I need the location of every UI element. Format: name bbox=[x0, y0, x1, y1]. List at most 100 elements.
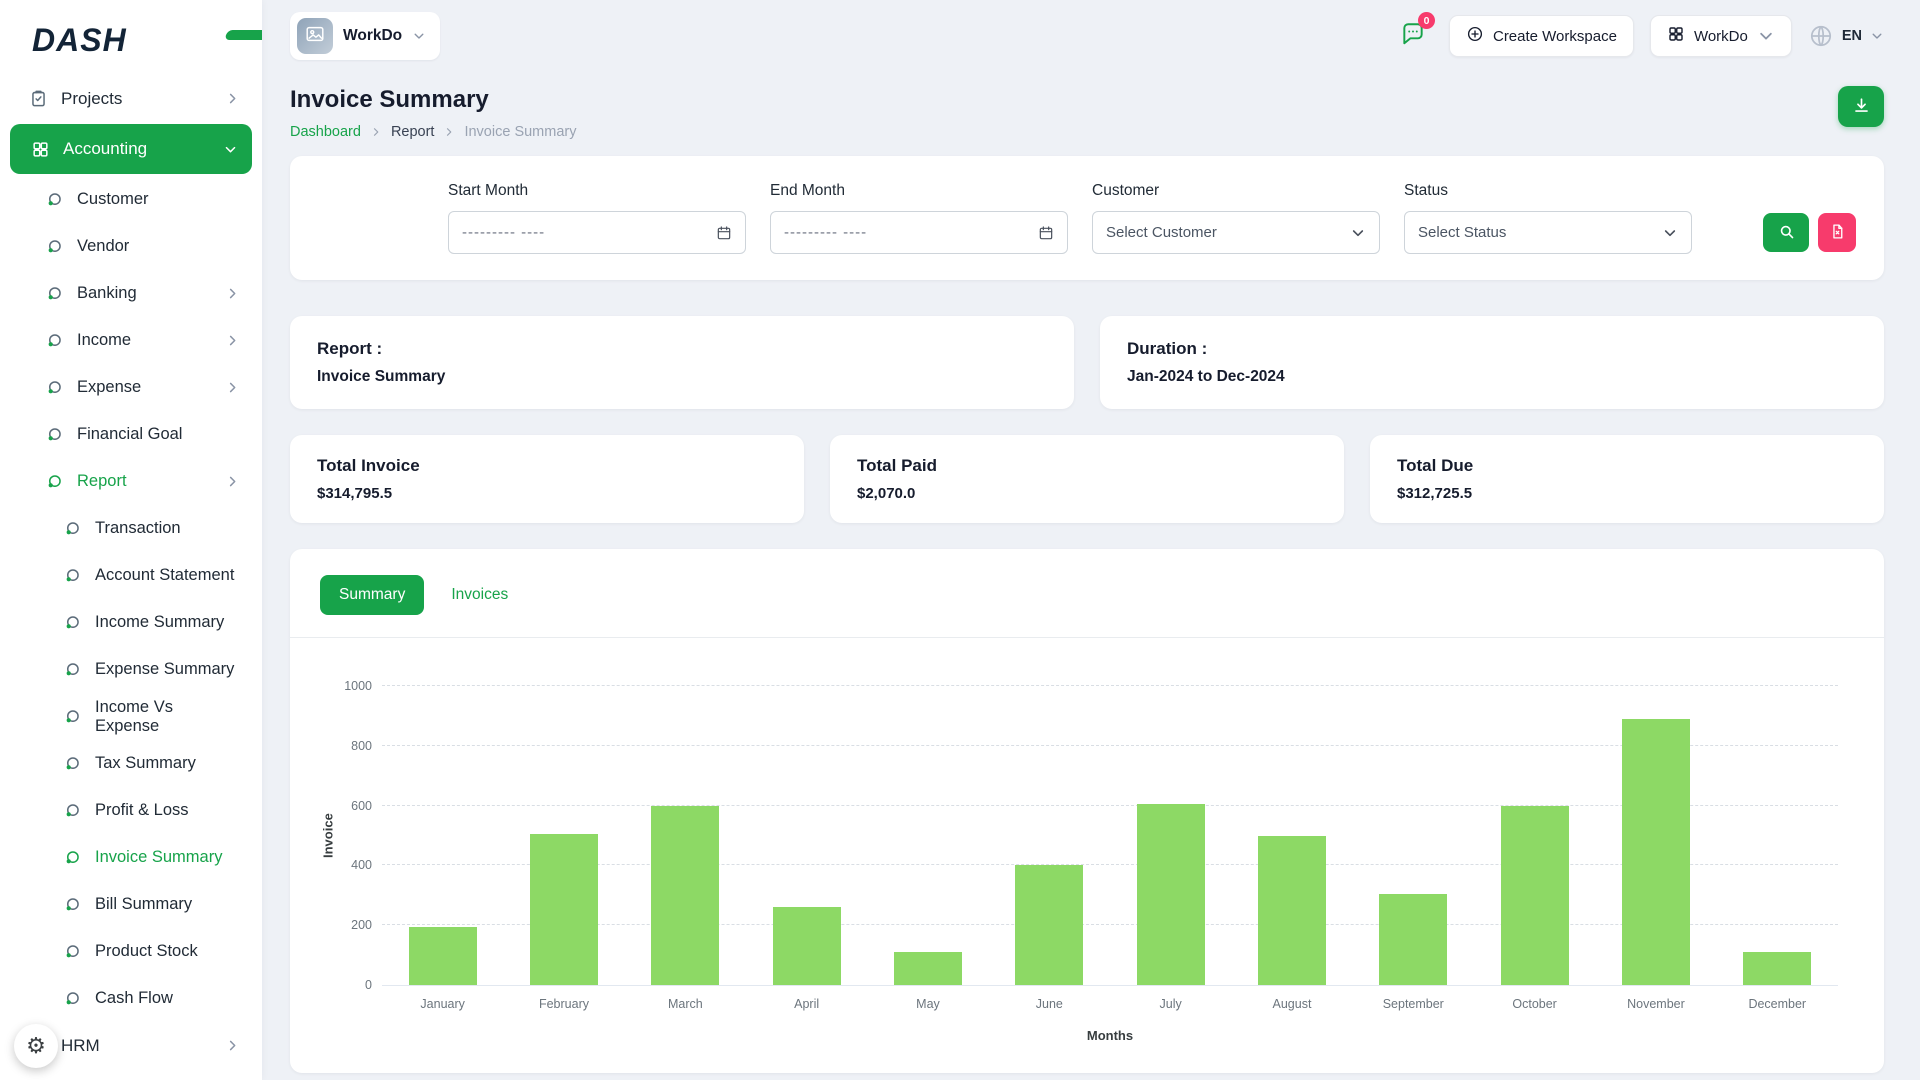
total-invoice-card: Total Invoice $314,795.5 bbox=[290, 435, 804, 523]
create-workspace-button[interactable]: Create Workspace bbox=[1449, 15, 1634, 57]
bar-slot bbox=[382, 686, 503, 985]
circle-dot-icon bbox=[62, 519, 82, 539]
main-content: WorkDo 0 Create Workspace WorkDo EN bbox=[262, 0, 1920, 1073]
language-label: EN bbox=[1842, 28, 1862, 44]
reset-button[interactable] bbox=[1818, 213, 1856, 252]
sidebar-item-report[interactable]: Report bbox=[8, 458, 254, 505]
chevron-right-icon bbox=[225, 380, 240, 395]
selected-value: Select Customer bbox=[1106, 224, 1217, 241]
sidebar-item-product-stock[interactable]: Product Stock bbox=[8, 928, 254, 975]
sidebar-item-income-summary[interactable]: Income Summary bbox=[8, 599, 254, 646]
sidebar-item-account-statement[interactable]: Account Statement bbox=[8, 552, 254, 599]
photo-icon bbox=[304, 23, 326, 50]
bar-slot bbox=[1231, 686, 1352, 985]
sidebar-item-label: Invoice Summary bbox=[95, 848, 222, 867]
chevron-right-icon bbox=[443, 126, 455, 138]
filter-field-status: Status Select Status bbox=[1404, 182, 1692, 254]
total-due-label: Total Due bbox=[1397, 456, 1857, 476]
reset-icon bbox=[1829, 223, 1846, 243]
report-card-title: Report : bbox=[317, 339, 1047, 359]
breadcrumb-dashboard[interactable]: Dashboard bbox=[290, 124, 361, 140]
sidebar-nav: ProjectsAccounting Customer Vendor Banking I… bbox=[8, 75, 254, 1069]
sidebar-item-transaction[interactable]: Transaction bbox=[8, 505, 254, 552]
page-title: Invoice Summary bbox=[290, 86, 576, 114]
sidebar-item-cash-flow[interactable]: Cash Flow bbox=[8, 975, 254, 1022]
duration-card-value: Jan-2024 to Dec-2024 bbox=[1127, 368, 1857, 386]
circle-dot-icon bbox=[62, 566, 82, 586]
date-placeholder: --------- ---- bbox=[784, 224, 867, 241]
circle-dot-icon bbox=[44, 378, 64, 398]
customer-select[interactable]: Select Customer bbox=[1092, 211, 1380, 254]
workspace-name: WorkDo bbox=[343, 27, 402, 45]
sidebar-item-income[interactable]: Income bbox=[8, 317, 254, 364]
sidebar-item-label: Customer bbox=[77, 190, 149, 209]
x-tick-label: December bbox=[1717, 997, 1838, 1011]
sidebar-item-customer[interactable]: Customer bbox=[8, 176, 254, 223]
field-label: Status bbox=[1404, 182, 1692, 200]
sidebar-item-label: Account Statement bbox=[95, 566, 234, 585]
sidebar: DASH ProjectsAccounting Customer Vendor Ban… bbox=[0, 0, 262, 1080]
search-icon bbox=[1778, 223, 1795, 243]
chevron-right-icon bbox=[225, 1038, 240, 1053]
chevron-right-icon bbox=[225, 286, 240, 301]
y-tick-label: 0 bbox=[330, 978, 372, 992]
circle-dot-icon bbox=[62, 942, 82, 962]
topbar: WorkDo 0 Create Workspace WorkDo EN bbox=[290, 0, 1884, 72]
sidebar-item-label: Banking bbox=[77, 284, 137, 303]
sidebar-item-accounting[interactable]: Accounting bbox=[10, 124, 252, 174]
field-label: End Month bbox=[770, 182, 1068, 200]
sidebar-item-vendor[interactable]: Vendor bbox=[8, 223, 254, 270]
sidebar-item-projects[interactable]: Projects bbox=[8, 75, 254, 122]
filter-fields: Start Month--------- ----End Month------… bbox=[448, 182, 1692, 254]
sidebar-item-invoice-summary[interactable]: Invoice Summary bbox=[8, 834, 254, 881]
sidebar-item-label: Expense Summary bbox=[95, 660, 234, 679]
bar-slot bbox=[746, 686, 867, 985]
messages-button[interactable]: 0 bbox=[1393, 16, 1433, 56]
x-axis-labels: JanuaryFebruaryMarchAprilMayJuneJulyAugu… bbox=[382, 997, 1838, 1011]
bar-september bbox=[1379, 894, 1447, 985]
tab-summary[interactable]: Summary bbox=[320, 575, 424, 615]
chevron-down-icon bbox=[1757, 27, 1775, 45]
sidebar-item-banking[interactable]: Banking bbox=[8, 270, 254, 317]
app-switcher-button[interactable]: WorkDo bbox=[1650, 15, 1792, 57]
circle-dot-icon bbox=[44, 331, 64, 351]
brand-logo-text: DASH bbox=[32, 22, 127, 59]
settings-fab-button[interactable]: ⚙ bbox=[14, 1024, 58, 1068]
x-tick-label: September bbox=[1353, 997, 1474, 1011]
circle-dot-icon bbox=[44, 190, 64, 210]
bar-november bbox=[1622, 719, 1690, 985]
chevron-right-icon bbox=[225, 333, 240, 348]
sidebar-item-income-vs-expense[interactable]: Income Vs Expense bbox=[8, 693, 254, 740]
bar-slot bbox=[989, 686, 1110, 985]
sidebar-item-profit-loss[interactable]: Profit & Loss bbox=[8, 787, 254, 834]
end-month-date-input[interactable]: --------- ---- bbox=[770, 211, 1068, 254]
bar-slot bbox=[625, 686, 746, 985]
chevron-down-icon bbox=[1870, 29, 1884, 43]
circle-dot-icon bbox=[62, 989, 82, 1009]
sidebar-item-label: Income bbox=[77, 331, 131, 350]
circle-dot-icon bbox=[44, 425, 64, 445]
start-month-date-input[interactable]: --------- ---- bbox=[448, 211, 746, 254]
search-button[interactable] bbox=[1763, 213, 1809, 252]
circle-dot-icon bbox=[62, 801, 82, 821]
sidebar-item-expense-summary[interactable]: Expense Summary bbox=[8, 646, 254, 693]
sidebar-item-financial-goal[interactable]: Financial Goal bbox=[8, 411, 254, 458]
brand-logo[interactable]: DASH bbox=[8, 14, 254, 75]
bars-container bbox=[382, 686, 1838, 985]
sidebar-item-bill-summary[interactable]: Bill Summary bbox=[8, 881, 254, 928]
sidebar-item-tax-summary[interactable]: Tax Summary bbox=[8, 740, 254, 787]
bar-slot bbox=[1595, 686, 1716, 985]
workspace-selector[interactable]: WorkDo bbox=[290, 12, 440, 60]
total-invoice-label: Total Invoice bbox=[317, 456, 777, 476]
sidebar-item-expense[interactable]: Expense bbox=[8, 364, 254, 411]
sidebar-item-label: Cash Flow bbox=[95, 989, 173, 1008]
bar-slot bbox=[503, 686, 624, 985]
language-selector[interactable]: EN bbox=[1808, 23, 1884, 49]
status-select[interactable]: Select Status bbox=[1404, 211, 1692, 254]
stats-row: Total Invoice $314,795.5 Total Paid $2,0… bbox=[290, 435, 1884, 523]
download-button[interactable] bbox=[1838, 86, 1884, 127]
circle-dot-icon bbox=[62, 660, 82, 680]
date-placeholder: --------- ---- bbox=[462, 224, 545, 241]
grid-icon bbox=[30, 139, 50, 159]
tab-invoices[interactable]: Invoices bbox=[432, 575, 527, 615]
